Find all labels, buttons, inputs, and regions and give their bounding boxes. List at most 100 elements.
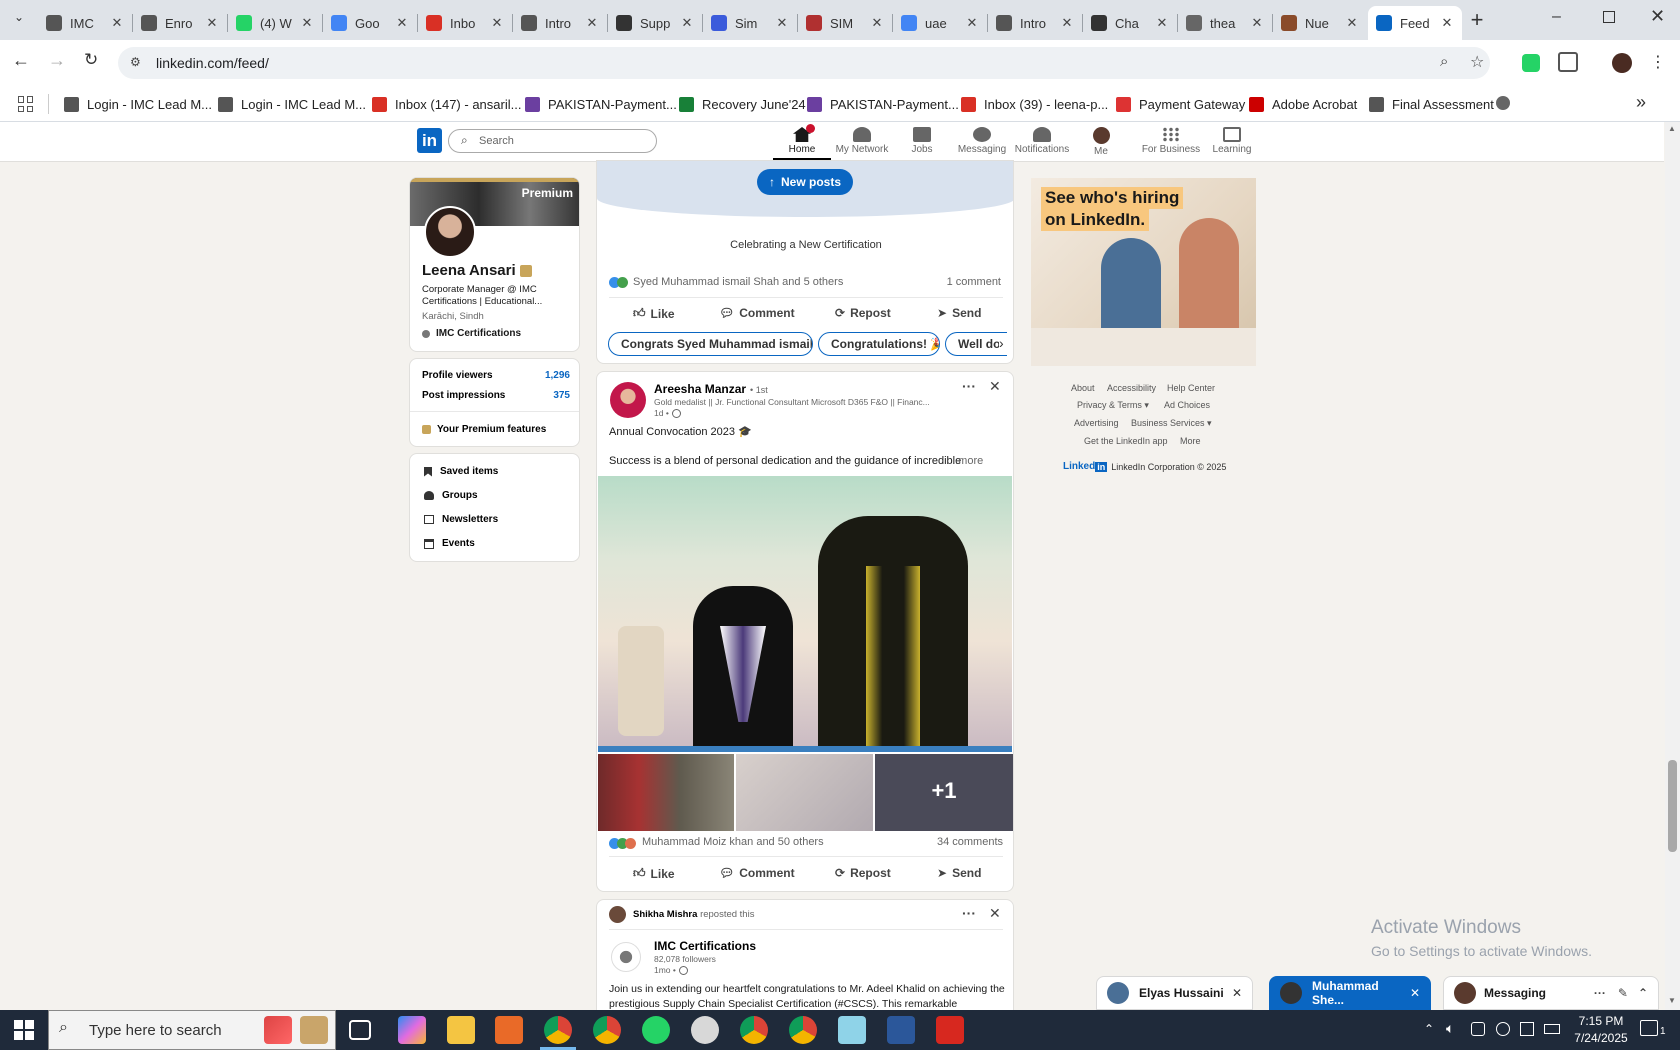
tab-close-icon[interactable]: ✕: [110, 15, 124, 31]
acrobat-icon[interactable]: [936, 1016, 964, 1044]
browser-tab[interactable]: Supp ✕: [608, 6, 702, 40]
bookmark-item[interactable]: Payment Gateway: [1116, 94, 1245, 114]
send-button[interactable]: ➤ Send: [937, 306, 981, 320]
start-button[interactable]: [14, 1020, 34, 1040]
tab-close-icon[interactable]: ✕: [1155, 15, 1169, 31]
post-thumbnail-more[interactable]: +1: [875, 754, 1013, 831]
bookmark-item[interactable]: Adobe Acrobat: [1249, 94, 1357, 114]
scrollbar-thumb[interactable]: [1668, 760, 1677, 852]
chrome-icon[interactable]: [593, 1016, 621, 1044]
word-icon[interactable]: [887, 1016, 915, 1044]
premium-badge[interactable]: Premium: [522, 186, 573, 200]
restore-button[interactable]: [1603, 11, 1615, 23]
bookmarks-overflow-icon[interactable]: »: [1636, 92, 1646, 113]
tab-close-icon[interactable]: ✕: [1345, 15, 1359, 31]
saved-items-link[interactable]: Saved items: [424, 466, 498, 477]
comment-button[interactable]: 💬︎ Comment: [719, 306, 795, 320]
footer-link[interactable]: About: [1071, 383, 1095, 393]
browser-tab[interactable]: Sim ✕: [703, 6, 797, 40]
browser-tab[interactable]: Nue ✕: [1273, 6, 1367, 40]
bookmark-extra-icon[interactable]: [1496, 96, 1510, 110]
browser-menu-icon[interactable]: ⋮: [1650, 52, 1666, 72]
tab-close-icon[interactable]: ✕: [490, 15, 504, 31]
clock[interactable]: 7:15 PM 7/24/2025: [1568, 1013, 1634, 1047]
post-thumbnail[interactable]: [598, 754, 734, 831]
reaction-icons[interactable]: [609, 838, 636, 849]
new-posts-button[interactable]: ↑ New posts: [757, 169, 853, 195]
volume-icon[interactable]: 🔈︎: [1446, 1020, 1454, 1037]
reposter-name[interactable]: Shikha Mishra: [633, 909, 697, 920]
profile-viewers-row[interactable]: Profile viewers 1,296: [422, 370, 570, 384]
browser-tab[interactable]: Goo ✕: [323, 6, 417, 40]
reaction-icons[interactable]: [609, 277, 628, 288]
company-logo[interactable]: [611, 942, 641, 972]
post-options-icon[interactable]: ···: [962, 905, 976, 921]
footer-link[interactable]: Business Services ▾: [1131, 418, 1212, 429]
bookmark-item[interactable]: Login - IMC Lead M...: [64, 94, 212, 114]
minimize-button[interactable]: –: [1552, 8, 1572, 32]
newsletters-link[interactable]: Newsletters: [424, 514, 498, 525]
author-name[interactable]: Areesha Manzar: [654, 382, 746, 396]
footer-link[interactable]: Ad Choices: [1164, 400, 1210, 410]
reaction-count[interactable]: Syed Muhammad ismail Shah and 5 others: [633, 276, 843, 288]
bookmark-item[interactable]: Inbox (39) - leena-p...: [961, 94, 1108, 114]
linkedin-logo[interactable]: in: [417, 128, 442, 153]
browser-tab[interactable]: Inbo ✕: [418, 6, 512, 40]
tray-app-icon[interactable]: [1471, 1022, 1485, 1036]
send-button[interactable]: ➤ Send: [937, 866, 981, 880]
extension-whatsapp-icon[interactable]: [1522, 54, 1540, 72]
compose-icon[interactable]: ✎: [1618, 986, 1628, 1000]
see-more-link[interactable]: ...more: [949, 455, 983, 467]
post-impressions-row[interactable]: Post impressions 375: [422, 390, 570, 404]
post-thumbnail[interactable]: [736, 754, 873, 831]
tab-close-icon[interactable]: ✕: [1060, 15, 1074, 31]
tray-app-icon[interactable]: [1520, 1022, 1534, 1036]
taskbar-search-box[interactable]: ⌕ Type here to search: [48, 1010, 336, 1050]
bookmark-item[interactable]: PAKISTAN-Payment...: [807, 94, 959, 114]
post-options-icon[interactable]: ···: [962, 378, 976, 394]
battery-icon[interactable]: [1544, 1024, 1560, 1034]
scrollbar-down-arrow[interactable]: ▼: [1668, 996, 1676, 1005]
chrome-icon[interactable]: [789, 1016, 817, 1044]
apps-grid-icon[interactable]: [18, 96, 34, 112]
author-avatar[interactable]: [610, 382, 646, 418]
browser-tab[interactable]: SIM ✕: [798, 6, 892, 40]
bookmark-star-icon[interactable]: ☆: [1470, 52, 1484, 72]
notepad-icon[interactable]: [838, 1016, 866, 1044]
forward-button[interactable]: →: [48, 50, 72, 74]
like-button[interactable]: 👍︎ Like: [633, 866, 675, 881]
chat-tab-muhammad[interactable]: Muhammad She... ✕: [1269, 976, 1431, 1010]
comment-count[interactable]: 1 comment: [947, 276, 1001, 288]
events-link[interactable]: Events: [424, 538, 475, 549]
browser-tab[interactable]: IMC ✕: [38, 6, 132, 40]
scrollbar-up-arrow[interactable]: ▲: [1668, 124, 1676, 133]
footer-link[interactable]: Accessibility: [1107, 383, 1156, 393]
footer-link[interactable]: More: [1180, 436, 1201, 446]
file-explorer-icon[interactable]: [447, 1016, 475, 1044]
like-button[interactable]: 👍︎ Like: [633, 306, 675, 321]
bookmark-item[interactable]: Inbox (147) - ansaril...: [372, 94, 521, 114]
copilot-icon[interactable]: [398, 1016, 426, 1044]
footer-link[interactable]: Privacy & Terms ▾: [1077, 400, 1149, 411]
reply-chip[interactable]: Congratulations! 🎉: [818, 332, 940, 356]
back-button[interactable]: ←: [12, 50, 36, 74]
reload-button[interactable]: ↻: [84, 50, 108, 74]
profile-name[interactable]: Leena Ansari: [422, 262, 516, 279]
browser-tab[interactable]: Intro ✕: [513, 6, 607, 40]
tab-close-icon[interactable]: ✕: [965, 15, 979, 31]
pinned-app-icon[interactable]: [495, 1016, 523, 1044]
tab-close-icon[interactable]: ✕: [680, 15, 694, 31]
more-options-icon[interactable]: ···: [1594, 986, 1606, 1000]
tab-close-icon[interactable]: ✕: [1250, 15, 1264, 31]
reply-chip[interactable]: Congrats Syed Muhammad ismail! 🎉: [608, 332, 813, 356]
notification-center-icon[interactable]: [1640, 1020, 1658, 1036]
nav-learning[interactable]: Learning: [1197, 125, 1267, 159]
company-name[interactable]: IMC Certifications: [654, 939, 756, 953]
tab-close-icon[interactable]: ✕: [205, 15, 219, 31]
profile-avatar[interactable]: [1612, 53, 1632, 73]
browser-tab[interactable]: uae ✕: [893, 6, 987, 40]
new-tab-button[interactable]: +: [1464, 8, 1490, 34]
search-input[interactable]: ⌕ Search: [448, 129, 657, 153]
nav-me[interactable]: Me: [1066, 125, 1136, 159]
browser-tab[interactable]: thea ✕: [1178, 6, 1272, 40]
